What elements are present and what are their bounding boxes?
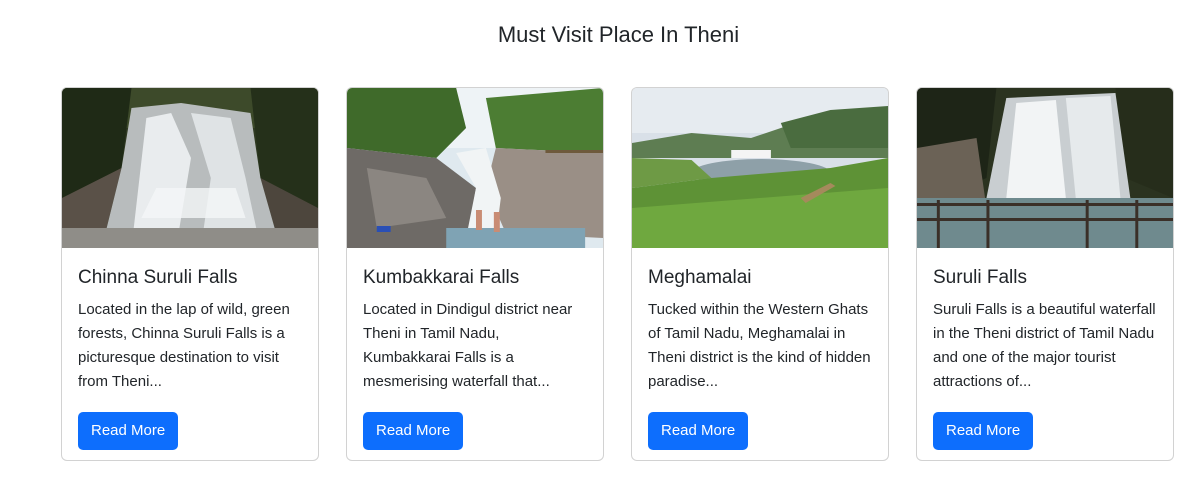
place-card-meghamalai: Meghamalai Tucked within the Western Gha… — [631, 87, 889, 461]
card-description: Located in the lap of wild, green forest… — [78, 300, 290, 390]
waterfall-forest-photo — [62, 88, 318, 248]
waterfall-rocks-photo — [347, 88, 603, 248]
read-more-button[interactable]: Read More — [933, 411, 1034, 450]
card-description: Suruli Falls is a beautiful waterfall in… — [933, 300, 1156, 390]
card-title: Meghamalai — [648, 267, 752, 288]
card-title: Suruli Falls — [933, 267, 1027, 288]
card-title: Chinna Suruli Falls — [78, 267, 238, 288]
place-card-chinna-suruli: Chinna Suruli Falls Located in the lap o… — [61, 87, 319, 461]
read-more-button[interactable]: Read More — [648, 411, 749, 450]
card-title: Kumbakkarai Falls — [363, 267, 520, 288]
place-card-kumbakkarai: Kumbakkarai Falls Located in Dindigul di… — [346, 87, 604, 461]
lake-tea-estate-photo — [632, 88, 888, 248]
waterfall-railing-photo — [917, 88, 1173, 248]
read-more-button[interactable]: Read More — [363, 411, 464, 450]
card-description: Tucked within the Western Ghats of Tamil… — [648, 300, 871, 390]
place-card-suruli: Suruli Falls Suruli Falls is a beautiful… — [916, 87, 1174, 461]
section-title: Must Visit Place In Theni — [497, 22, 740, 47]
read-more-button[interactable]: Read More — [78, 411, 179, 450]
card-description: Located in Dindigul district near Theni … — [363, 300, 573, 390]
